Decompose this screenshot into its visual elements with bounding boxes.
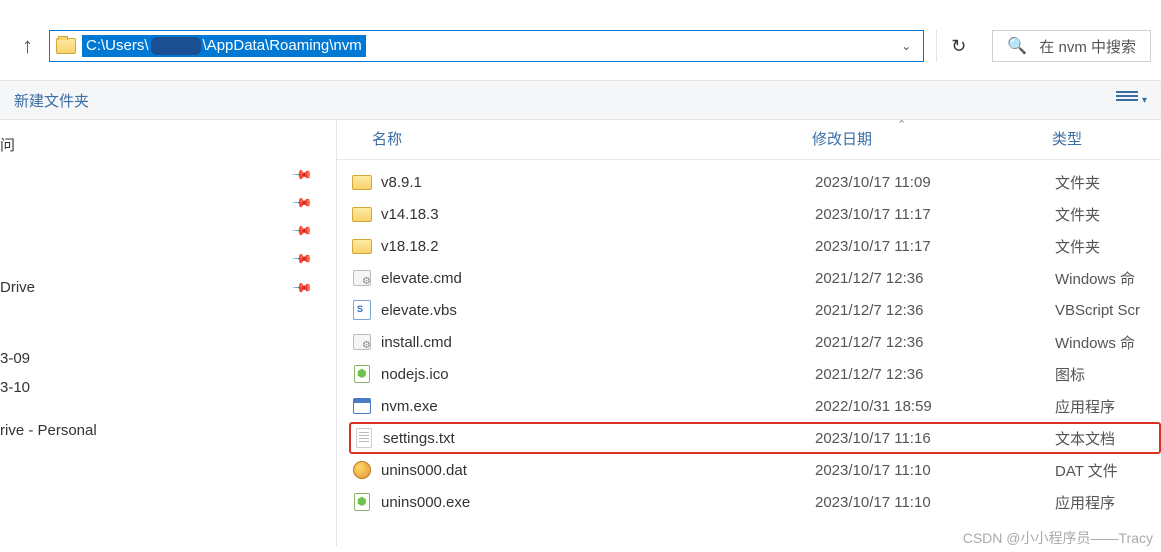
file-row[interactable]: unins000.exe2023/10/17 11:10应用程序	[337, 486, 1161, 518]
sidebar-quick-access[interactable]: 问	[0, 128, 336, 161]
file-name: unins000.dat	[381, 462, 815, 479]
search-placeholder: 在 nvm 中搜索	[1039, 36, 1136, 57]
file-date: 2023/10/17 11:16	[815, 430, 1055, 447]
file-date: 2023/10/17 11:10	[815, 462, 1055, 479]
file-rows: v8.9.12023/10/17 11:09文件夹v14.18.32023/10…	[337, 160, 1161, 518]
file-type: 应用程序	[1055, 396, 1115, 417]
cmd-icon	[351, 332, 373, 352]
file-row[interactable]: elevate.vbs2021/12/7 12:36VBScript Scr	[337, 294, 1161, 326]
pin-icon: 📌	[291, 192, 314, 215]
sidebar-item[interactable]: 📌	[0, 245, 336, 273]
file-date: 2023/10/17 11:10	[815, 494, 1055, 511]
main-area: 问 📌 📌 📌 📌 Drive📌 3-09 3-10 rive - Person…	[0, 120, 1161, 546]
file-row[interactable]: v8.9.12023/10/17 11:09文件夹	[337, 166, 1161, 198]
sidebar-personal[interactable]: rive - Personal	[0, 416, 336, 445]
view-options[interactable]: ▾	[1116, 91, 1147, 109]
pin-icon: 📌	[291, 164, 314, 187]
file-type: 图标	[1055, 364, 1085, 385]
file-date: 2023/10/17 11:17	[815, 238, 1055, 255]
file-name: elevate.vbs	[381, 302, 815, 319]
file-date: 2023/10/17 11:09	[815, 174, 1055, 191]
file-type: 文件夹	[1055, 236, 1100, 257]
file-row[interactable]: nvm.exe2022/10/31 18:59应用程序	[337, 390, 1161, 422]
file-type: Windows 命	[1055, 332, 1135, 353]
file-name: unins000.exe	[381, 494, 815, 511]
file-name: settings.txt	[383, 430, 815, 447]
watermark: CSDN @小小程序员——Tracy	[963, 528, 1153, 548]
file-type: 文件夹	[1055, 172, 1100, 193]
col-date[interactable]: 修改日期	[812, 128, 1052, 149]
file-name: nvm.exe	[381, 398, 815, 415]
file-row[interactable]: install.cmd2021/12/7 12:36Windows 命	[337, 326, 1161, 358]
node-icon	[351, 364, 373, 384]
chevron-down-icon: ▾	[1142, 95, 1147, 106]
file-row[interactable]: nodejs.ico2021/12/7 12:36图标	[337, 358, 1161, 390]
sidebar: 问 📌 📌 📌 📌 Drive📌 3-09 3-10 rive - Person…	[0, 120, 337, 546]
refresh-icon: ↻	[951, 36, 966, 57]
search-input[interactable]: 🔍 在 nvm 中搜索	[992, 30, 1151, 62]
col-type[interactable]: 类型	[1052, 128, 1082, 149]
file-type: 应用程序	[1055, 492, 1115, 513]
folder-icon	[351, 172, 373, 192]
col-name[interactable]: 名称	[372, 128, 812, 149]
file-date: 2021/12/7 12:36	[815, 270, 1055, 287]
sidebar-item[interactable]: 3-09	[0, 344, 336, 373]
sidebar-item[interactable]: 3-10	[0, 373, 336, 402]
column-headers: ⌃ 名称 修改日期 类型	[337, 120, 1161, 160]
exe-icon	[351, 396, 373, 416]
file-name: v18.18.2	[381, 238, 815, 255]
file-row[interactable]: v18.18.22023/10/17 11:17文件夹	[337, 230, 1161, 262]
file-row[interactable]: settings.txt2023/10/17 11:16文本文档	[349, 422, 1161, 454]
sort-indicator-icon: ⌃	[897, 118, 906, 131]
txt-icon	[353, 428, 375, 448]
file-date: 2023/10/17 11:17	[815, 206, 1055, 223]
toolbar: 新建文件夹 ▾	[0, 80, 1161, 120]
file-name: nodejs.ico	[381, 366, 815, 383]
address-bar[interactable]: C:\Users\\AppData\Roaming\nvm ⌄	[49, 30, 924, 62]
sidebar-item[interactable]: 📌	[0, 217, 336, 245]
pin-icon: 📌	[291, 276, 314, 299]
vbs-icon	[351, 300, 373, 320]
dat-icon	[351, 460, 373, 480]
file-type: Windows 命	[1055, 268, 1135, 289]
file-name: v14.18.3	[381, 206, 815, 223]
refresh-button[interactable]: ↻	[936, 30, 980, 62]
address-path: C:\Users\\AppData\Roaming\nvm	[82, 35, 366, 57]
file-row[interactable]: v14.18.32023/10/17 11:17文件夹	[337, 198, 1161, 230]
folder-icon	[351, 236, 373, 256]
file-type: 文件夹	[1055, 204, 1100, 225]
file-name: v8.9.1	[381, 174, 815, 191]
file-type: VBScript Scr	[1055, 302, 1140, 319]
chevron-down-icon[interactable]: ⌄	[895, 39, 917, 53]
file-date: 2021/12/7 12:36	[815, 366, 1055, 383]
sidebar-item[interactable]: 📌	[0, 161, 336, 189]
file-date: 2021/12/7 12:36	[815, 302, 1055, 319]
file-name: elevate.cmd	[381, 270, 815, 287]
file-type: DAT 文件	[1055, 460, 1118, 481]
list-view-icon	[1116, 91, 1138, 109]
file-date: 2022/10/31 18:59	[815, 398, 1055, 415]
folder-icon	[351, 204, 373, 224]
pin-icon: 📌	[291, 248, 314, 271]
search-icon: 🔍	[1007, 36, 1027, 56]
file-row[interactable]: elevate.cmd2021/12/7 12:36Windows 命	[337, 262, 1161, 294]
file-date: 2021/12/7 12:36	[815, 334, 1055, 351]
file-name: install.cmd	[381, 334, 815, 351]
navigation-bar: ↑ C:\Users\\AppData\Roaming\nvm ⌄ ↻ 🔍 在 …	[0, 0, 1161, 80]
file-list-panel: ⌃ 名称 修改日期 类型 v8.9.12023/10/17 11:09文件夹v1…	[337, 120, 1161, 546]
sidebar-item[interactable]: 📌	[0, 189, 336, 217]
back-arrow-icon[interactable]: ↑	[18, 33, 37, 59]
sidebar-drive[interactable]: Drive📌	[0, 273, 336, 302]
pin-icon: 📌	[291, 220, 314, 243]
node-icon	[351, 492, 373, 512]
file-row[interactable]: unins000.dat2023/10/17 11:10DAT 文件	[337, 454, 1161, 486]
cmd-icon	[351, 268, 373, 288]
new-folder-button[interactable]: 新建文件夹	[14, 90, 89, 111]
file-type: 文本文档	[1055, 428, 1115, 449]
folder-icon	[56, 38, 76, 54]
